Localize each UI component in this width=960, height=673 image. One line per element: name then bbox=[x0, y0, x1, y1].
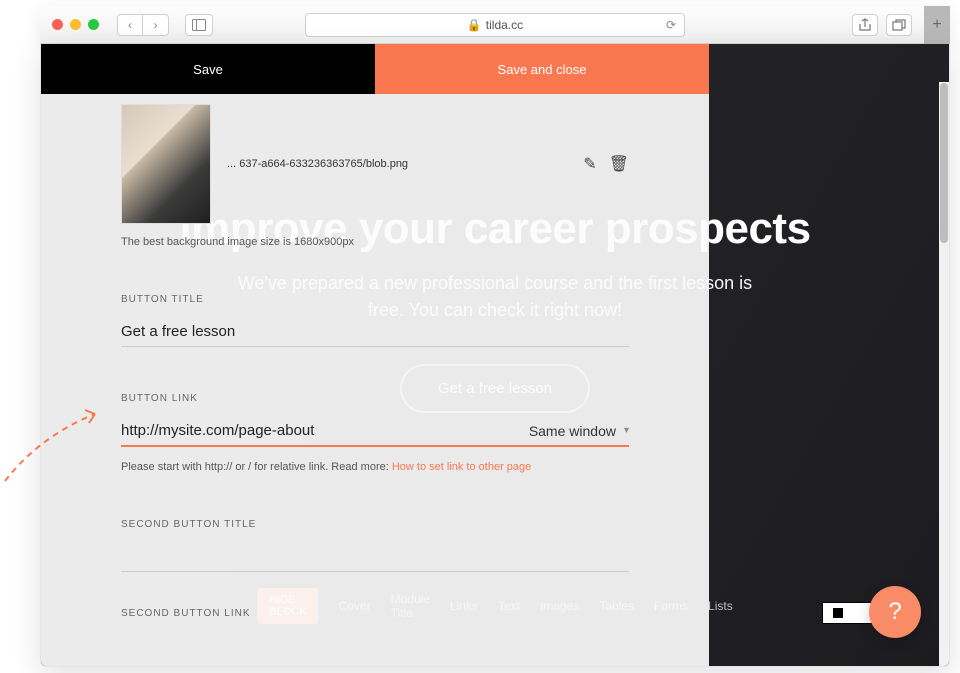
panel-tabs: Save Save and close bbox=[41, 44, 709, 94]
help-link[interactable]: How to set link to other page bbox=[392, 461, 531, 473]
chevron-down-icon: ▾ bbox=[624, 425, 629, 436]
browser-toolbar: ‹ › 🔒 tilda.cc ⟳ + bbox=[40, 6, 950, 44]
delete-image-icon[interactable]: 🗑 bbox=[609, 154, 629, 174]
button-link-label: BUTTON LINK bbox=[121, 393, 629, 404]
background-image-row: ... 637-a664-633236363765/blob.png ✎ 🗑 bbox=[121, 104, 629, 224]
lock-icon: 🔒 bbox=[467, 18, 482, 32]
link-target-select[interactable]: Same window ▾ bbox=[508, 423, 629, 439]
tabs-button[interactable] bbox=[886, 14, 912, 36]
background-thumbnail[interactable] bbox=[121, 104, 211, 224]
reload-icon[interactable]: ⟳ bbox=[666, 18, 676, 32]
help-fab-button[interactable]: ? bbox=[869, 586, 921, 638]
background-filename: ... 637-a664-633236363765/blob.png bbox=[227, 158, 567, 170]
close-window-button[interactable] bbox=[52, 19, 63, 30]
toolbar-lists[interactable]: Lists bbox=[708, 599, 733, 613]
button-link-help: Please start with http:// or / for relat… bbox=[121, 461, 629, 473]
second-button-title-input[interactable] bbox=[121, 542, 629, 571]
page-body: Improve your career prospects We've prep… bbox=[40, 44, 950, 667]
share-button[interactable] bbox=[852, 14, 878, 36]
background-hint: The best background image size is 1680x9… bbox=[121, 236, 629, 248]
window-controls bbox=[52, 19, 99, 30]
block-settings-panel: Save Save and close ... 637-a664-6332363… bbox=[41, 44, 709, 666]
forward-button[interactable]: › bbox=[143, 14, 169, 36]
maximize-window-button[interactable] bbox=[88, 19, 99, 30]
scrollbar-thumb[interactable] bbox=[940, 83, 948, 243]
second-button-link-label: SECOND BUTTON LINK bbox=[121, 608, 629, 619]
save-and-close-button[interactable]: Save and close bbox=[375, 44, 709, 94]
second-button-title-label: SECOND BUTTON TITLE bbox=[121, 519, 629, 530]
new-tab-button[interactable]: + bbox=[924, 6, 950, 44]
scrollbar[interactable] bbox=[939, 82, 949, 666]
button-link-input[interactable] bbox=[121, 416, 508, 445]
back-button[interactable]: ‹ bbox=[117, 14, 143, 36]
save-button[interactable]: Save bbox=[41, 44, 375, 94]
button-title-label: BUTTON TITLE bbox=[121, 294, 629, 305]
sidebar-toggle-button[interactable] bbox=[185, 14, 213, 36]
nav-arrows: ‹ › bbox=[117, 14, 169, 36]
link-target-value: Same window bbox=[529, 423, 616, 439]
button-title-input[interactable] bbox=[121, 317, 629, 346]
edit-image-icon[interactable]: ✎ bbox=[583, 154, 596, 174]
url-host: tilda.cc bbox=[486, 18, 523, 32]
address-bar[interactable]: 🔒 tilda.cc ⟳ bbox=[305, 13, 685, 37]
minimize-window-button[interactable] bbox=[70, 19, 81, 30]
